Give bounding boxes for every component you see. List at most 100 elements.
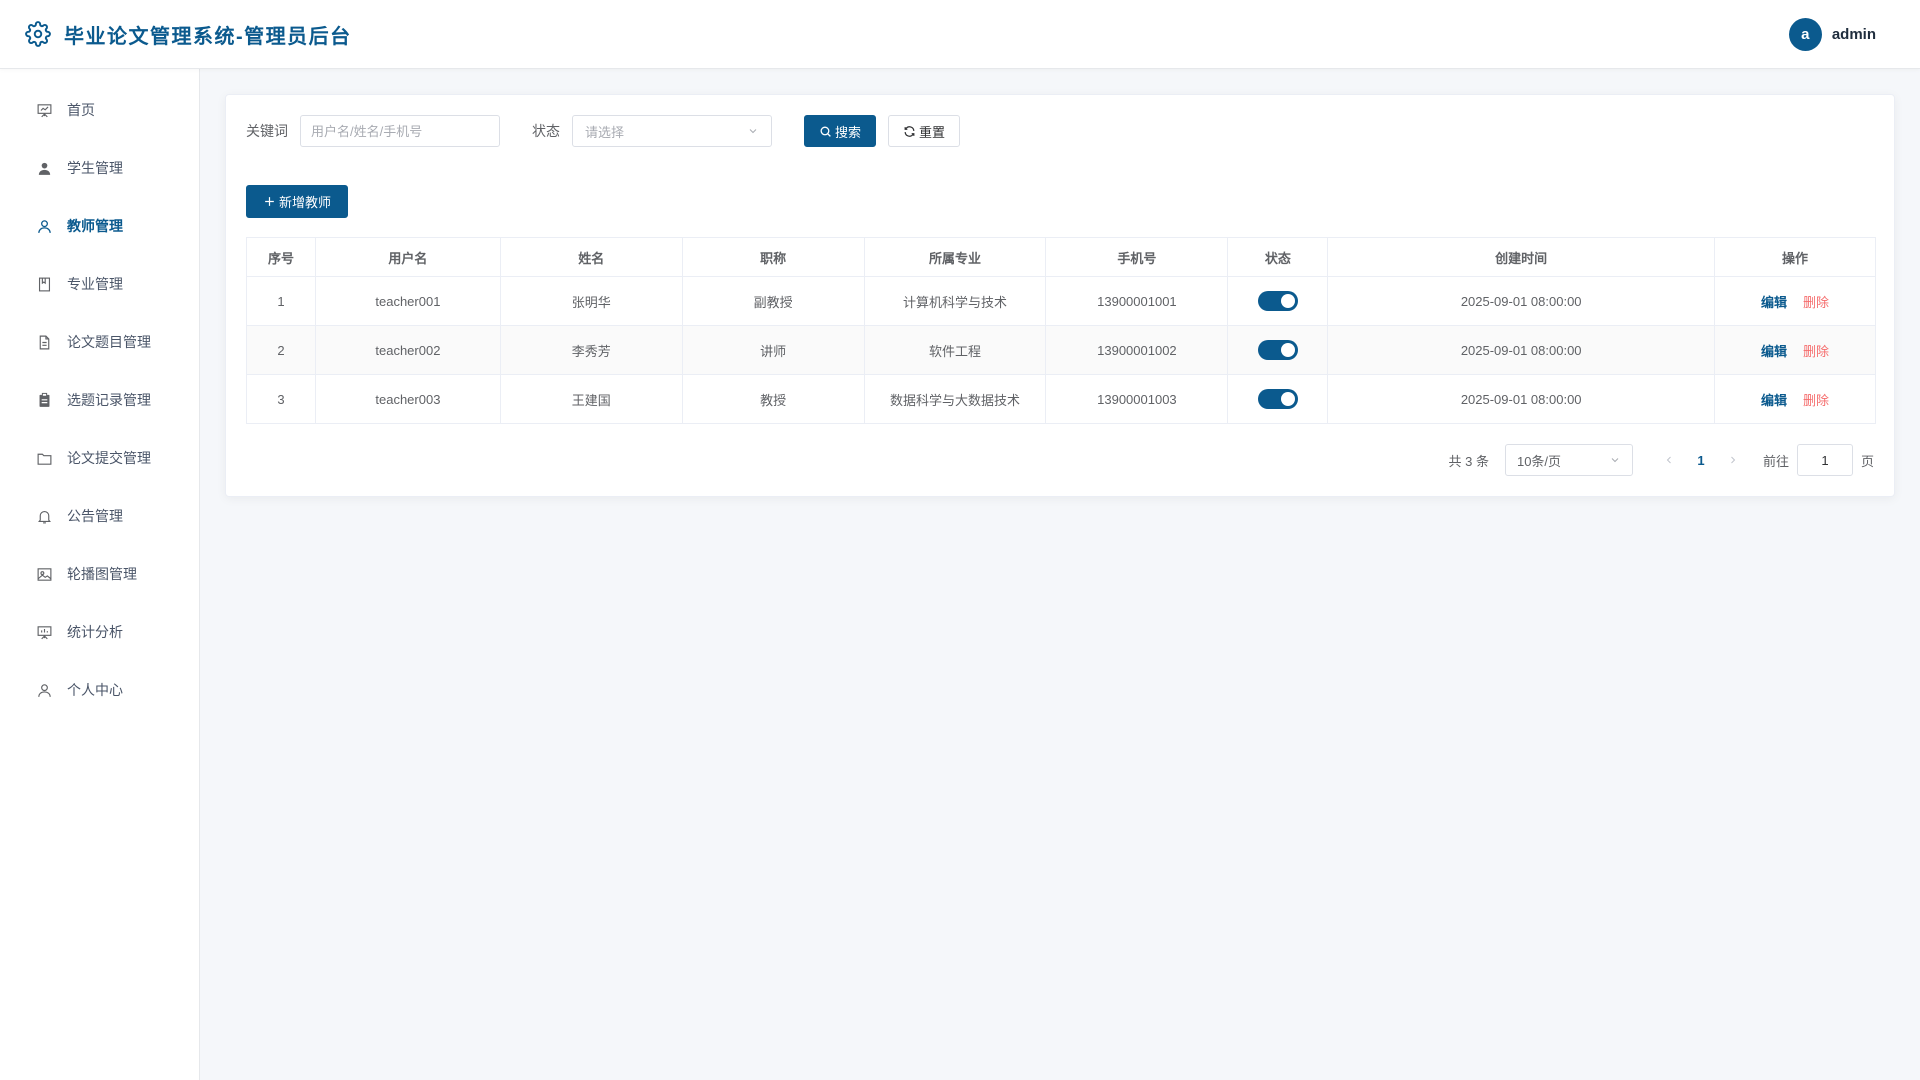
sidebar-item-label: 论文提交管理 bbox=[67, 450, 151, 466]
app-title: 毕业论文管理系统-管理员后台 bbox=[64, 25, 352, 48]
toggle-knob bbox=[1280, 392, 1295, 406]
sidebar-item-students[interactable]: 学生管理 bbox=[0, 139, 199, 197]
sidebar-item-carousel[interactable]: 轮播图管理 bbox=[0, 545, 199, 603]
keyword-input[interactable] bbox=[300, 115, 500, 147]
cell-username: teacher001 bbox=[314, 276, 501, 326]
cell-title: 讲师 bbox=[681, 325, 865, 375]
edit-link[interactable]: 编辑 bbox=[1761, 393, 1787, 408]
cell-actions: 编辑 删除 bbox=[1714, 276, 1876, 326]
cell-name: 张明华 bbox=[499, 276, 683, 326]
sidebar-item-submissions[interactable]: 论文提交管理 bbox=[0, 429, 199, 487]
sidebar-item-label: 公告管理 bbox=[67, 508, 123, 524]
data-board-icon bbox=[37, 625, 52, 639]
sidebar-item-label: 个人中心 bbox=[67, 682, 123, 698]
sidebar-item-selections[interactable]: 选题记录管理 bbox=[0, 371, 199, 429]
reset-button-label: 重置 bbox=[919, 124, 946, 140]
chevron-down-icon bbox=[1611, 458, 1619, 463]
sidebar-item-label: 统计分析 bbox=[67, 624, 123, 640]
avatar[interactable]: a bbox=[1788, 17, 1822, 51]
cell-actions: 编辑 删除 bbox=[1714, 374, 1876, 424]
cell-username: teacher003 bbox=[314, 374, 501, 424]
edit-link[interactable]: 编辑 bbox=[1761, 344, 1787, 359]
user-menu[interactable]: a admin bbox=[1788, 17, 1876, 51]
search-button[interactable]: 搜索 bbox=[804, 115, 877, 147]
cell-title: 副教授 bbox=[681, 276, 865, 326]
table-row: 2 teacher002 李秀芳 讲师 软件工程 13900001002 202… bbox=[246, 325, 1876, 375]
status-label: 状态 bbox=[532, 123, 560, 139]
cell-major: 计算机科学与技术 bbox=[863, 276, 1047, 326]
column-header: 操作 bbox=[1714, 237, 1876, 277]
username[interactable]: admin bbox=[1832, 26, 1876, 43]
cell-name: 王建国 bbox=[499, 374, 683, 424]
cell-major: 软件工程 bbox=[863, 325, 1047, 375]
cell-created: 2025-09-01 08:00:00 bbox=[1327, 374, 1716, 424]
page-number[interactable]: 1 bbox=[1685, 453, 1717, 468]
presentation-icon bbox=[37, 103, 52, 117]
document-icon bbox=[39, 335, 50, 349]
delete-link[interactable]: 删除 bbox=[1803, 295, 1829, 310]
status-toggle[interactable] bbox=[1257, 340, 1298, 360]
sidebar-item-label: 轮播图管理 bbox=[67, 566, 137, 582]
sidebar-item-notices[interactable]: 公告管理 bbox=[0, 487, 199, 545]
column-header: 所属专业 bbox=[863, 237, 1047, 277]
gear-icon bbox=[24, 20, 52, 48]
refresh-icon bbox=[904, 125, 915, 137]
sidebar-item-majors[interactable]: 专业管理 bbox=[0, 255, 199, 313]
user-icon bbox=[38, 219, 51, 233]
picture-icon bbox=[37, 567, 52, 581]
cell-phone: 13900001003 bbox=[1045, 374, 1229, 424]
sidebar-item-profile[interactable]: 个人中心 bbox=[0, 661, 199, 719]
cell-status bbox=[1227, 276, 1329, 326]
edit-link[interactable]: 编辑 bbox=[1761, 295, 1787, 310]
delete-link[interactable]: 删除 bbox=[1803, 344, 1829, 359]
sidebar-item-label: 选题记录管理 bbox=[67, 392, 151, 408]
column-header: 姓名 bbox=[499, 237, 683, 277]
page-size-select[interactable]: 10条/页 bbox=[1504, 444, 1633, 476]
add-teacher-button[interactable]: 新增教师 bbox=[246, 185, 349, 218]
next-page-button[interactable] bbox=[1717, 454, 1749, 466]
status-select[interactable]: 请选择 bbox=[572, 115, 772, 147]
column-header: 创建时间 bbox=[1327, 237, 1716, 277]
chevron-down-icon bbox=[749, 129, 757, 134]
chevron-left-icon bbox=[1666, 456, 1671, 464]
toggle-knob bbox=[1280, 343, 1295, 357]
cell-created: 2025-09-01 08:00:00 bbox=[1327, 276, 1716, 326]
page-size-value: 10条/页 bbox=[1516, 453, 1562, 469]
delete-link[interactable]: 删除 bbox=[1803, 393, 1829, 408]
cell-actions: 编辑 删除 bbox=[1714, 325, 1876, 375]
filter-bar: 关键词 状态 请选择 搜索 重置 bbox=[246, 115, 961, 147]
teacher-management-panel: 关键词 状态 请选择 搜索 重置 新增教师 序号 用户名 姓名 职称 bbox=[225, 94, 1895, 497]
sidebar-item-label: 专业管理 bbox=[67, 276, 123, 292]
sidebar-item-teachers[interactable]: 教师管理 bbox=[0, 197, 199, 255]
teacher-table: 序号 用户名 姓名 职称 所属专业 手机号 状态 创建时间 操作 1 teach… bbox=[246, 237, 1876, 424]
cell-created: 2025-09-01 08:00:00 bbox=[1327, 325, 1716, 375]
chevron-right-icon bbox=[1731, 456, 1736, 464]
search-icon bbox=[820, 126, 831, 137]
goto-page-input[interactable] bbox=[1796, 444, 1853, 476]
prev-page-button[interactable] bbox=[1653, 454, 1685, 466]
toggle-knob bbox=[1280, 294, 1295, 308]
sidebar-item-label: 首页 bbox=[67, 102, 95, 118]
reset-button[interactable]: 重置 bbox=[888, 115, 961, 147]
sidebar-item-label: 教师管理 bbox=[67, 218, 123, 234]
folder-icon bbox=[37, 453, 52, 465]
column-header: 序号 bbox=[246, 237, 316, 277]
total-count: 共 3 条 bbox=[1448, 453, 1489, 469]
status-toggle[interactable] bbox=[1257, 291, 1298, 311]
clipboard-icon bbox=[39, 392, 50, 407]
cell-title: 教授 bbox=[681, 374, 865, 424]
column-header: 状态 bbox=[1227, 237, 1329, 277]
column-header: 职称 bbox=[681, 237, 865, 277]
sidebar-item-home[interactable]: 首页 bbox=[0, 81, 199, 139]
goto-label: 前往 bbox=[1762, 453, 1789, 469]
sidebar-item-statistics[interactable]: 统计分析 bbox=[0, 603, 199, 661]
cell-username: teacher002 bbox=[314, 325, 501, 375]
pagination: 共 3 条 10条/页 1 前往 页 bbox=[1448, 444, 1874, 476]
sidebar-item-label: 学生管理 bbox=[67, 160, 123, 176]
sidebar-item-topics[interactable]: 论文题目管理 bbox=[0, 313, 199, 371]
cell-status bbox=[1227, 325, 1329, 375]
page-suffix: 页 bbox=[1860, 453, 1874, 469]
top-header: 毕业论文管理系统-管理员后台 a admin bbox=[0, 0, 1920, 69]
status-toggle[interactable] bbox=[1257, 389, 1298, 409]
notebook-icon bbox=[38, 277, 51, 291]
